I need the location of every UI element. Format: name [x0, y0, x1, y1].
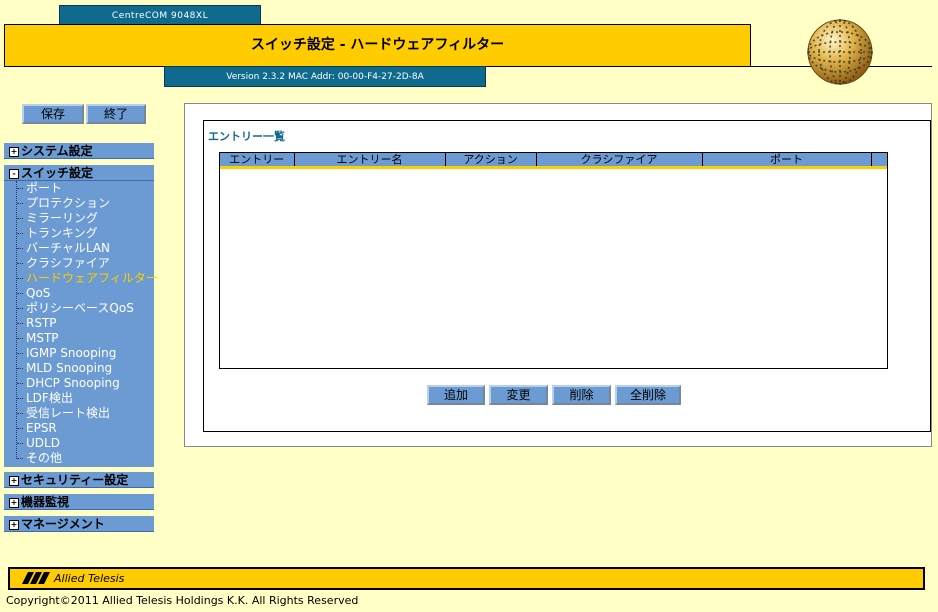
column-header: [871, 153, 887, 169]
menu-label: システム設定: [21, 144, 93, 158]
menu-management[interactable]: + マネージメント: [4, 516, 154, 532]
edit-button[interactable]: 変更: [489, 385, 548, 405]
column-header: クラシファイア: [536, 153, 703, 169]
column-header: エントリー: [220, 153, 295, 169]
delete-button[interactable]: 削除: [552, 385, 611, 405]
model-name-tab: CentreCOM 9048XL: [59, 5, 261, 25]
sidebar-item[interactable]: バーチャルLAN: [14, 241, 154, 256]
collapse-icon: -: [9, 168, 19, 179]
sidebar-item[interactable]: クラシファイア: [14, 256, 154, 271]
allied-telesis-logo-icon: [22, 572, 50, 584]
sidebar-item[interactable]: MSTP: [14, 331, 154, 346]
switch-settings-submenu: ポート プロテクション ミラーリング トランキング バーチャルLAN クラシファイア ハード…: [4, 181, 158, 467]
copyright-text: Copyright©2011 Allied Telesis Holdings K…: [6, 594, 359, 607]
brand-logo: Allied Telesis: [22, 571, 124, 585]
page-title: スイッチ設定 - ハードウェアフィルター: [4, 24, 751, 67]
sidebar-item[interactable]: QoS: [14, 286, 154, 301]
save-button[interactable]: 保存: [22, 104, 84, 124]
delete-all-button[interactable]: 全削除: [615, 385, 681, 405]
footer-bar: [8, 567, 925, 590]
sidebar-item[interactable]: MLD Snooping: [14, 361, 154, 376]
expand-icon: +: [9, 146, 19, 157]
sidebar-item[interactable]: 受信レート検出: [14, 406, 154, 421]
sidebar-item[interactable]: ハードウェアフィルター: [14, 271, 158, 286]
sidebar-item[interactable]: ポート: [14, 181, 154, 196]
sidebar-item[interactable]: その他: [14, 451, 154, 466]
expand-icon: +: [9, 519, 19, 530]
entry-list-table: エントリー エントリー名 アクション クラシファイア ポート: [219, 152, 888, 369]
globe-logo-icon: [806, 18, 874, 86]
column-header: エントリー名: [294, 153, 446, 169]
sidebar-item[interactable]: トランキング: [14, 226, 154, 241]
section-title: エントリー一覧: [208, 130, 285, 143]
menu-label: マネージメント: [21, 517, 105, 531]
sidebar-item[interactable]: DHCP Snooping: [14, 376, 154, 391]
add-button[interactable]: 追加: [427, 385, 485, 405]
sidebar-item[interactable]: プロテクション: [14, 196, 154, 211]
menu-device-monitoring[interactable]: + 機器監視: [4, 494, 154, 510]
sidebar-item[interactable]: ポリシーベースQoS: [14, 301, 154, 316]
sidebar-item[interactable]: RSTP: [14, 316, 154, 331]
sidebar-item[interactable]: ミラーリング: [14, 211, 154, 226]
expand-icon: +: [9, 497, 19, 508]
column-header: ポート: [702, 153, 872, 169]
menu-label: セキュリティー設定: [21, 473, 129, 487]
version-info: Version 2.3.2 MAC Addr: 00-00-F4-27-2D-8…: [164, 66, 486, 87]
expand-icon: +: [9, 475, 19, 486]
sidebar-item[interactable]: LDF検出: [14, 391, 154, 406]
exit-button[interactable]: 終了: [86, 104, 146, 124]
sidebar-item[interactable]: UDLD: [14, 436, 154, 451]
brand-name: Allied Telesis: [54, 571, 125, 585]
menu-label: 機器監視: [21, 495, 70, 509]
sidebar-item[interactable]: EPSR: [14, 421, 154, 436]
menu-switch-settings[interactable]: - スイッチ設定: [4, 165, 154, 181]
sidebar-item[interactable]: IGMP Snooping: [14, 346, 154, 361]
menu-system-settings[interactable]: + システム設定: [4, 143, 154, 159]
menu-security-settings[interactable]: + セキュリティー設定: [4, 472, 154, 488]
menu-label: スイッチ設定: [21, 166, 94, 180]
column-header: アクション: [445, 153, 537, 169]
